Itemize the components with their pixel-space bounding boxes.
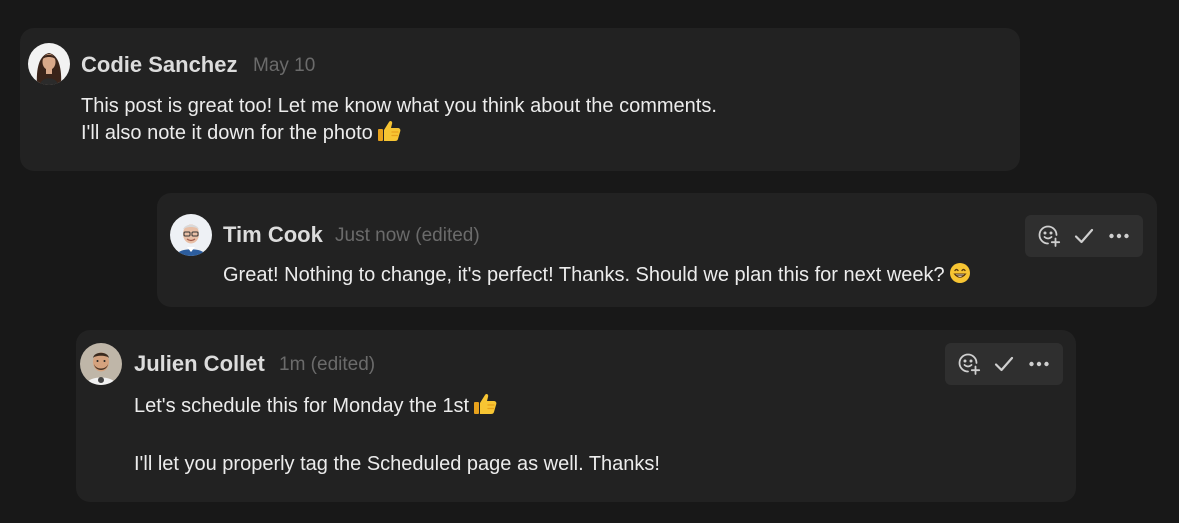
more-options-icon[interactable]	[1104, 221, 1134, 251]
comment-card: Codie Sanchez May 10 This post is great …	[20, 28, 1020, 171]
avatar[interactable]	[80, 343, 122, 385]
comment-line-with-emoji: I'll also note it down for the photo	[81, 120, 717, 150]
add-reaction-icon[interactable]	[1034, 221, 1064, 251]
add-reaction-icon[interactable]	[954, 349, 984, 379]
comment-card: Julien Collet 1m (edited) Let's schedule…	[76, 330, 1076, 502]
more-options-icon[interactable]	[1024, 349, 1054, 379]
comment-line: This post is great too! Let me know what…	[81, 95, 717, 117]
timestamp: 1m (edited)	[279, 354, 376, 375]
resolve-check-icon[interactable]	[1069, 221, 1099, 251]
comment-line: Let's schedule this for Monday the 1st	[134, 395, 470, 417]
author-name: Tim Cook	[223, 222, 323, 247]
comment-action-bar	[945, 343, 1063, 385]
comment-text: Great! Nothing to change, it's perfect! …	[223, 262, 971, 292]
comment-action-bar	[1025, 215, 1143, 257]
comment-text: This post is great too! Let me know what…	[81, 93, 717, 150]
avatar[interactable]	[170, 214, 212, 256]
comment-text: Let's schedule this for Monday the 1st I…	[134, 393, 660, 478]
thumbs-up-icon	[473, 393, 497, 423]
comment-line-with-emoji: Let's schedule this for Monday the 1st	[134, 393, 660, 423]
author-name: Julien Collet	[134, 351, 265, 376]
resolve-check-icon[interactable]	[989, 349, 1019, 379]
grinning-face-icon	[949, 262, 971, 292]
comment-line-with-emoji: Great! Nothing to change, it's perfect! …	[223, 262, 971, 292]
comment-line: I'll also note it down for the photo	[81, 122, 373, 144]
comment-line: I'll let you properly tag the Scheduled …	[134, 453, 660, 475]
avatar[interactable]	[28, 43, 70, 85]
comment-line: Great! Nothing to change, it's perfect! …	[223, 264, 945, 286]
author-name: Codie Sanchez	[81, 52, 238, 77]
timestamp: Just now (edited)	[335, 225, 480, 246]
comment-card: Tim Cook Just now (edited) Great! Nothin…	[157, 193, 1157, 307]
thumbs-up-icon	[377, 120, 401, 150]
timestamp: May 10	[253, 55, 316, 76]
